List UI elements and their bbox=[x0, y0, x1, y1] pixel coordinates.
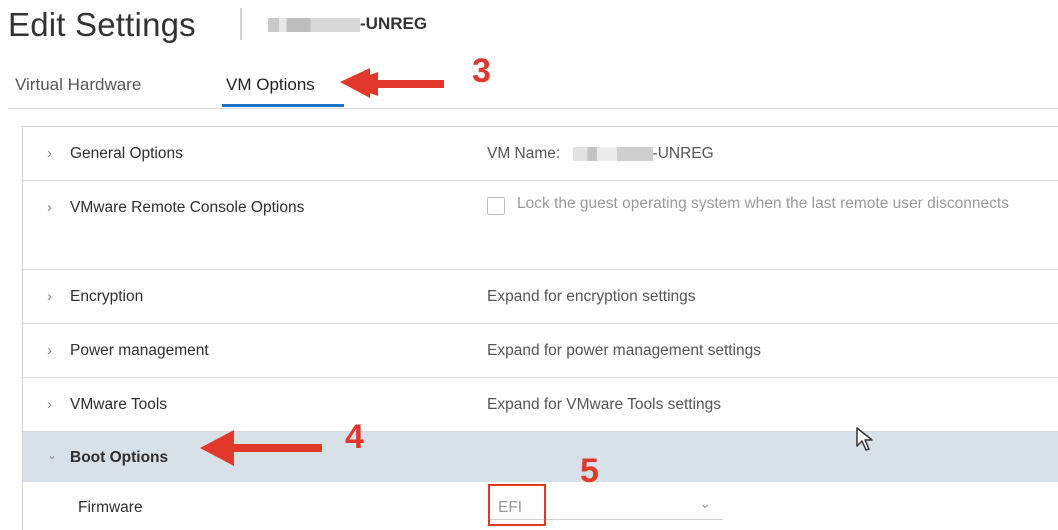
step-number-3: 3 bbox=[472, 52, 491, 90]
tab-vm-options[interactable]: VM Options bbox=[226, 75, 315, 95]
section-vmware-tools[interactable]: › VMware Tools Expand for VMware Tools s… bbox=[23, 378, 1058, 432]
step-number-4: 4 bbox=[345, 418, 364, 456]
section-label: Power management bbox=[70, 342, 209, 359]
vm-options-panel: › General Options VM Name: -UNREG › VMwa… bbox=[22, 126, 1058, 530]
mouse-pointer-icon bbox=[856, 427, 873, 451]
section-general-options[interactable]: › General Options VM Name: -UNREG bbox=[23, 127, 1058, 181]
section-value: Expand for VMware Tools settings bbox=[487, 396, 722, 413]
page-title: Edit Settings bbox=[8, 6, 196, 43]
title-divider bbox=[240, 8, 242, 40]
chevron-down-icon[interactable]: ⌄ bbox=[699, 495, 711, 512]
lock-guest-os-label: Lock the guest operating system when the… bbox=[517, 195, 1009, 212]
chevron-down-icon[interactable]: ⌄ bbox=[47, 448, 57, 462]
step-number-5: 5 bbox=[580, 452, 599, 490]
step3-arrow-icon bbox=[340, 68, 444, 98]
efi-highlight-box bbox=[488, 484, 546, 526]
chevron-right-icon[interactable]: › bbox=[47, 199, 52, 216]
vm-name-suffix: -UNREG bbox=[652, 145, 714, 162]
section-label: Boot Options bbox=[70, 449, 169, 466]
vm-name-suffix: -UNREG bbox=[360, 14, 428, 33]
active-tab-indicator bbox=[222, 104, 344, 107]
vm-name-value: VM Name: -UNREG bbox=[487, 145, 714, 163]
section-label: VMware Tools bbox=[70, 396, 168, 413]
firmware-label: Firmware bbox=[78, 499, 143, 516]
section-boot-options[interactable]: ⌄ Boot Options bbox=[23, 432, 1058, 482]
section-power-management[interactable]: › Power management Expand for power mana… bbox=[23, 324, 1058, 378]
tab-virtual-hardware[interactable]: Virtual Hardware bbox=[15, 75, 141, 95]
chevron-right-icon[interactable]: › bbox=[47, 288, 52, 305]
section-label: VMware Remote Console Options bbox=[70, 199, 305, 216]
chevron-right-icon[interactable]: › bbox=[47, 396, 52, 413]
chevron-right-icon[interactable]: › bbox=[47, 145, 52, 162]
chevron-right-icon[interactable]: › bbox=[47, 342, 52, 359]
lock-guest-os-checkbox[interactable] bbox=[487, 197, 505, 215]
section-label: General Options bbox=[70, 145, 183, 162]
vm-name-label: VM Name: bbox=[487, 145, 561, 162]
section-value: Expand for power management settings bbox=[487, 342, 761, 359]
tabs-divider bbox=[8, 108, 1058, 109]
vm-name-redacted bbox=[268, 18, 360, 32]
vm-name-redacted bbox=[572, 146, 653, 161]
step4-arrow-icon bbox=[200, 430, 322, 466]
section-remote-console[interactable]: › VMware Remote Console Options Lock the… bbox=[23, 181, 1058, 270]
section-encryption[interactable]: › Encryption Expand for encryption setti… bbox=[23, 270, 1058, 324]
section-label: Encryption bbox=[70, 288, 144, 305]
section-value: Expand for encryption settings bbox=[487, 288, 696, 305]
